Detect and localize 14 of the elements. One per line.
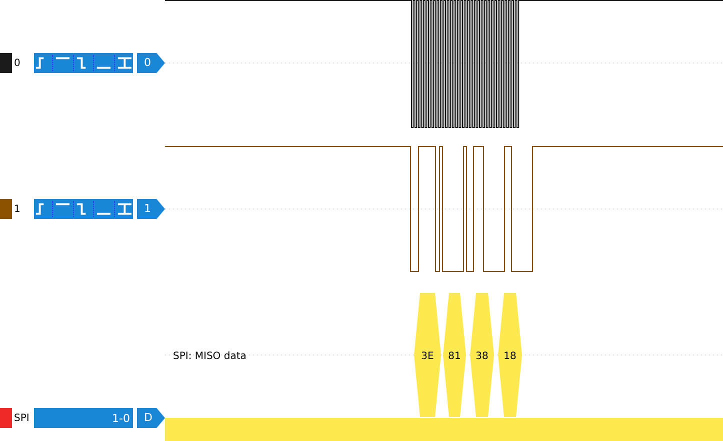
decoder-channels-box[interactable]: 1-0 xyxy=(34,408,133,428)
any-edge-icon[interactable] xyxy=(116,201,134,217)
channel-badge[interactable]: 1 xyxy=(137,199,165,219)
decoder-annotation[interactable]: 3E xyxy=(414,293,441,417)
decoder-annotation[interactable]: 18 xyxy=(498,293,522,417)
decoder-annotation[interactable]: 81 xyxy=(443,293,466,417)
channel-label[interactable]: SPI xyxy=(12,412,34,424)
decoder-annotation[interactable]: 38 xyxy=(470,293,494,417)
channel-badge[interactable]: 0 xyxy=(137,53,165,73)
channel-badge[interactable]: D xyxy=(137,408,165,428)
channel-label[interactable]: 1 xyxy=(12,204,34,214)
decoder-row-title: SPI: MISO data xyxy=(173,351,246,362)
any-edge-icon[interactable] xyxy=(116,55,134,71)
channel-label[interactable]: 0 xyxy=(12,58,34,68)
